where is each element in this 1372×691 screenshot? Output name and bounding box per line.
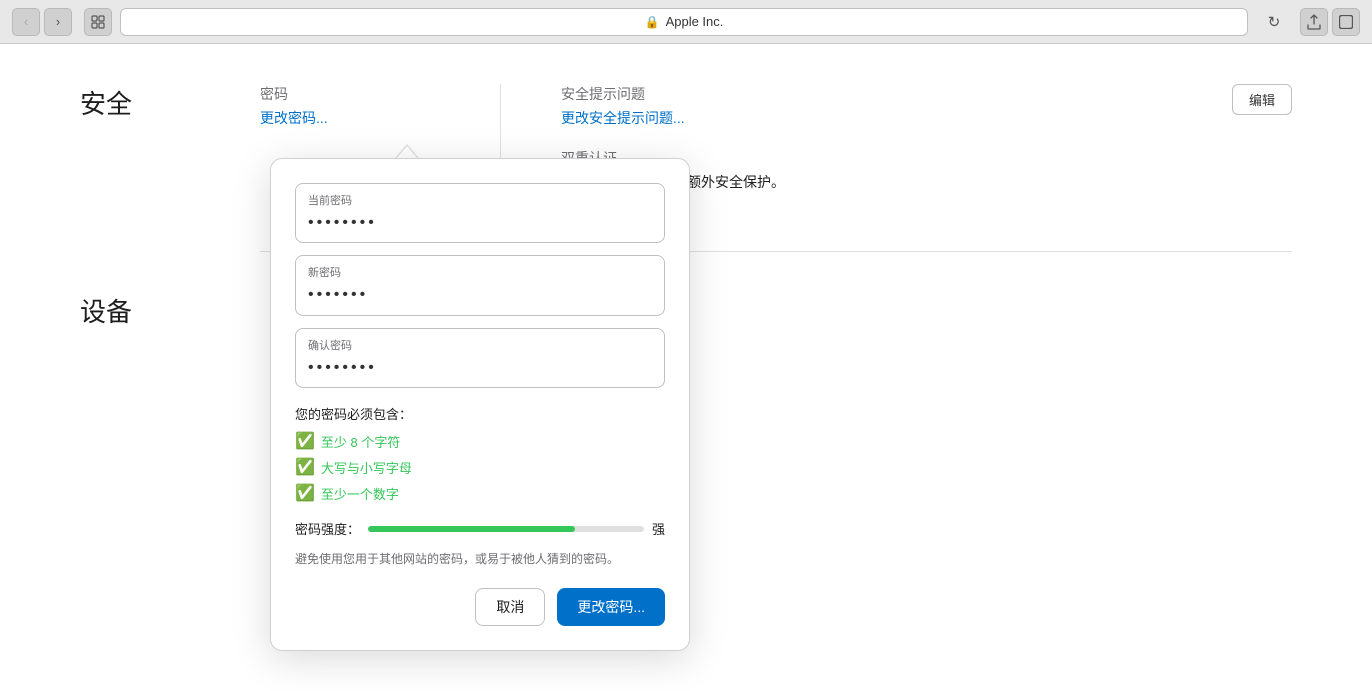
- lock-icon: 🔒: [645, 15, 660, 29]
- change-password-modal: 当前密码 •••••••• 新密码 ••••••• 确认密码 ••••••••: [270, 158, 690, 651]
- current-password-group: 当前密码 ••••••••: [295, 183, 665, 243]
- confirm-password-field[interactable]: 确认密码 ••••••••: [295, 328, 665, 388]
- tab-button[interactable]: [84, 8, 112, 36]
- modal-arrow: [395, 144, 419, 158]
- requirement-2-text: 大写与小写字母: [321, 458, 412, 477]
- password-warning: 避免使用您用于其他网站的密码，或易于被他人猜到的密码。: [295, 550, 665, 568]
- new-password-label: 新密码: [308, 264, 652, 280]
- requirement-2: ✅ 大写与小写字母: [295, 457, 665, 477]
- confirm-password-label: 确认密码: [308, 337, 652, 353]
- strength-bar: [368, 526, 644, 532]
- modal-overlay: 当前密码 •••••••• 新密码 ••••••• 确认密码 ••••••••: [0, 44, 1372, 691]
- new-password-input[interactable]: •••••••: [308, 284, 652, 306]
- forward-button[interactable]: ›: [44, 8, 72, 36]
- password-requirements: 您的密码必须包含： ✅ 至少 8 个字符 ✅ 大写与小写字母 ✅ 至少一个数字: [295, 404, 665, 503]
- password-strength-row: 密码强度： 强: [295, 519, 665, 538]
- page-content: 安全 密码 更改密码... 安全提示问题 更改安全提示问题...: [0, 44, 1372, 691]
- strength-value: 强: [652, 519, 665, 538]
- new-tab-button[interactable]: [1332, 8, 1360, 36]
- confirm-password-input[interactable]: ••••••••: [308, 357, 652, 379]
- browser-actions: [1300, 8, 1360, 36]
- nav-buttons: ‹ ›: [12, 8, 72, 36]
- current-password-field[interactable]: 当前密码 ••••••••: [295, 183, 665, 243]
- check-icon-2: ✅: [295, 457, 315, 477]
- address-bar[interactable]: 🔒 Apple Inc.: [120, 8, 1248, 36]
- modal-buttons: 取消 更改密码...: [295, 588, 665, 626]
- new-password-field[interactable]: 新密码 •••••••: [295, 255, 665, 315]
- cancel-button[interactable]: 取消: [475, 588, 545, 626]
- url-text: Apple Inc.: [666, 14, 724, 29]
- new-password-group: 新密码 •••••••: [295, 255, 665, 315]
- current-password-label: 当前密码: [308, 192, 652, 208]
- confirm-password-group: 确认密码 ••••••••: [295, 328, 665, 388]
- requirement-1-text: 至少 8 个字符: [321, 432, 400, 451]
- reload-button[interactable]: ↻: [1260, 8, 1288, 36]
- requirements-title: 您的密码必须包含：: [295, 404, 665, 423]
- check-icon-3: ✅: [295, 483, 315, 503]
- check-icon-1: ✅: [295, 431, 315, 451]
- requirement-3-text: 至少一个数字: [321, 484, 399, 503]
- change-password-button[interactable]: 更改密码...: [557, 588, 665, 626]
- current-password-input[interactable]: ••••••••: [308, 212, 652, 234]
- requirement-1: ✅ 至少 8 个字符: [295, 431, 665, 451]
- requirement-3: ✅ 至少一个数字: [295, 483, 665, 503]
- share-button[interactable]: [1300, 8, 1328, 36]
- browser-chrome: ‹ › 🔒 Apple Inc. ↻: [0, 0, 1372, 44]
- strength-label: 密码强度：: [295, 519, 360, 538]
- back-button[interactable]: ‹: [12, 8, 40, 36]
- strength-bar-fill: [368, 526, 575, 532]
